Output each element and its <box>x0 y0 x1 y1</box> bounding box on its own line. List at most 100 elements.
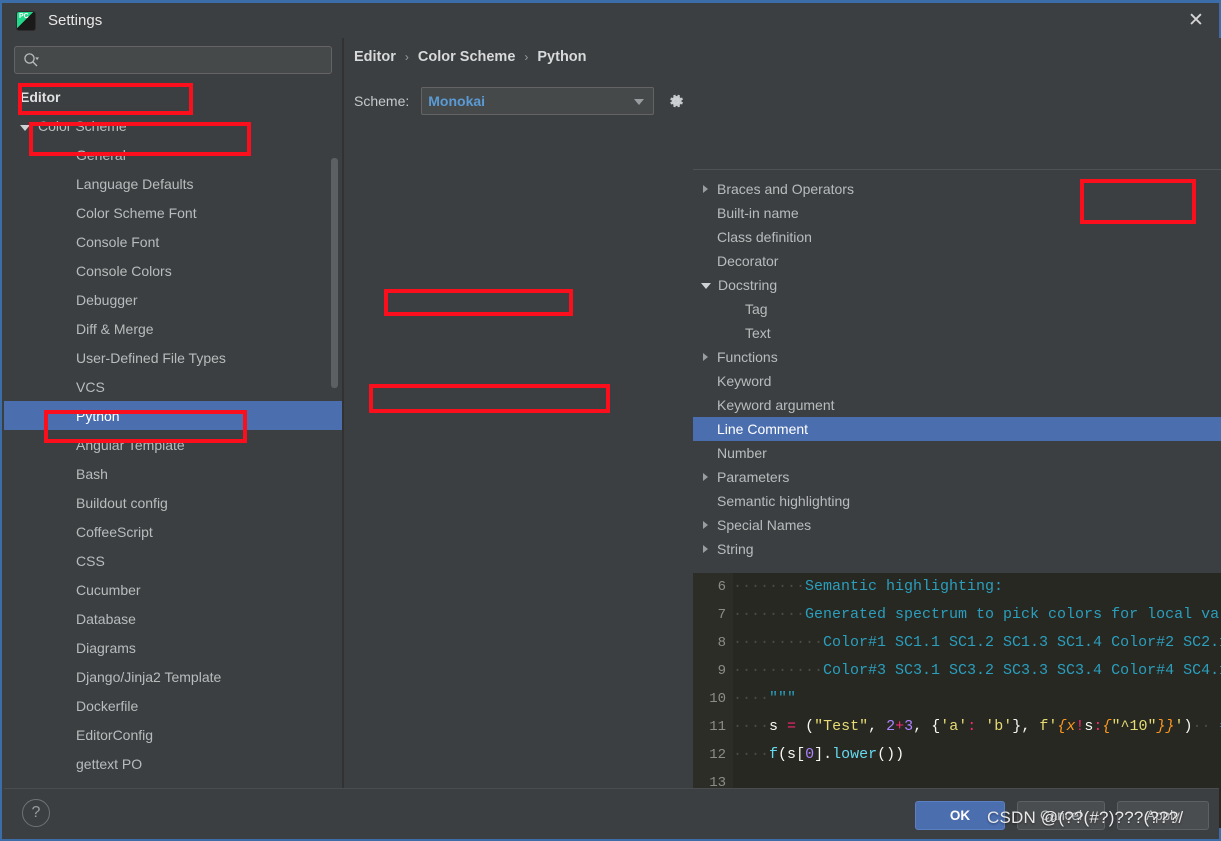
sidebar-item-user-defined-file-types[interactable]: User-Defined File Types <box>4 343 342 372</box>
sidebar-item-label: Editor <box>20 88 61 105</box>
attribute-row-string[interactable]: String <box>693 537 1221 561</box>
sidebar-item-console-font[interactable]: Console Font <box>4 227 342 256</box>
sidebar-item-coffeescript[interactable]: CoffeeScript <box>4 517 342 546</box>
breadcrumb-item-python[interactable]: Python <box>537 49 586 65</box>
chevron-right-icon[interactable] <box>703 521 708 529</box>
sidebar-item-diff-merge[interactable]: Diff & Merge <box>4 314 342 343</box>
sidebar-item-label: Django/Jinja2 Template <box>76 668 222 685</box>
sidebar-item-label: Language Defaults <box>76 175 194 192</box>
chevron-down-icon <box>634 99 645 105</box>
chevron-right-icon[interactable] <box>703 473 708 481</box>
attribute-label: Class definition <box>717 229 812 245</box>
sidebar-item-console-colors[interactable]: Console Colors <box>4 256 342 285</box>
sidebar-item-label: CSS <box>76 552 105 569</box>
breadcrumb-item-editor[interactable]: Editor <box>354 49 396 65</box>
sidebar-item-label: VCS <box>76 378 105 395</box>
sidebar-item-django-jinja2-template[interactable]: Django/Jinja2 Template <box>4 662 342 691</box>
attribute-row-decorator[interactable]: Decorator <box>693 249 1221 273</box>
code-line: ··········Color#1 SC1.1 SC1.2 SC1.3 SC1.… <box>733 634 1221 651</box>
sidebar-item-label: Cucumber <box>76 581 141 598</box>
sidebar-item-label: Buildout config <box>76 494 168 511</box>
sidebar-item-buildout-config[interactable]: Buildout config <box>4 488 342 517</box>
sidebar-item-language-defaults[interactable]: Language Defaults <box>4 169 342 198</box>
attribute-row-class-definition[interactable]: Class definition <box>693 225 1221 249</box>
attribute-row-semantic-highlighting[interactable]: Semantic highlighting <box>693 489 1221 513</box>
sidebar-item-label: Color Scheme Font <box>76 204 197 221</box>
attribute-row-braces-and-operators[interactable]: Braces and Operators <box>693 177 1221 201</box>
attribute-row-built-in-name[interactable]: Built-in name <box>693 201 1221 225</box>
line-number: 7 <box>717 607 726 623</box>
code-line: ····f(s[0].lower()) <box>733 746 905 763</box>
close-icon[interactable]: ✕ <box>1173 3 1219 38</box>
attribute-label: Semantic highlighting <box>717 493 851 509</box>
sidebar-item-diagrams[interactable]: Diagrams <box>4 633 342 662</box>
attribute-label: Number <box>717 445 767 461</box>
chevron-down-icon[interactable] <box>701 283 711 289</box>
sidebar-item-debugger[interactable]: Debugger <box>4 285 342 314</box>
settings-content: Editor › Color Scheme › Python Scheme: Monok… <box>344 38 1221 828</box>
pycharm-icon <box>16 10 36 31</box>
attribute-row-special-names[interactable]: Special Names <box>693 513 1221 537</box>
sidebar-item-editorconfig[interactable]: EditorConfig <box>4 720 342 749</box>
attribute-row-text[interactable]: Text <box>693 321 1221 345</box>
sidebar-item-general[interactable]: General <box>4 140 342 169</box>
code-line: ····s = ("Test", 2+3, {'a': 'b'}, f'{x!s… <box>733 718 1221 735</box>
search-input[interactable] <box>43 52 321 68</box>
attribute-row-parameters[interactable]: Parameters <box>693 465 1221 489</box>
attribute-label: Built-in name <box>717 205 799 221</box>
sidebar-item-editor[interactable]: Editor <box>4 82 342 111</box>
sidebar-item-label: Color Scheme <box>38 117 127 134</box>
attribute-label: Line Comment <box>717 421 809 437</box>
title-bar: Settings ✕ <box>2 3 1219 38</box>
sidebar-scrollbar[interactable] <box>331 158 338 388</box>
line-number: 11 <box>709 719 726 735</box>
line-number: 6 <box>717 579 726 595</box>
sidebar-item-python[interactable]: Python <box>4 401 342 430</box>
gear-icon[interactable] <box>666 91 686 111</box>
chevron-down-icon[interactable] <box>20 124 30 131</box>
scheme-dropdown[interactable]: Monokai <box>421 87 655 115</box>
sidebar-tree[interactable]: Editor Color Scheme General Language Defaul… <box>4 82 342 792</box>
code-line: ··········Color#3 SC3.1 SC3.2 SC3.3 SC3.… <box>733 662 1221 679</box>
search-icon <box>23 52 39 68</box>
attributes-tree[interactable]: Braces and Operators Built-in name Class d… <box>693 177 1221 566</box>
sidebar-item-color-scheme-font[interactable]: Color Scheme Font <box>4 198 342 227</box>
sidebar-item-label: Console Font <box>76 233 160 250</box>
scheme-value: Monokai <box>428 93 486 109</box>
attribute-row-docstring[interactable]: Docstring <box>693 273 1221 297</box>
sidebar-item-label: Dockerfile <box>76 697 139 714</box>
attribute-row-tag[interactable]: Tag <box>693 297 1221 321</box>
attribute-row-line-comment[interactable]: Line Comment <box>693 417 1221 441</box>
line-number: 9 <box>717 663 726 679</box>
sidebar-item-cucumber[interactable]: Cucumber <box>4 575 342 604</box>
sidebar-item-label: General <box>76 146 126 163</box>
attribute-row-number[interactable]: Number <box>693 441 1221 465</box>
code-line: ····""" <box>733 690 797 707</box>
sidebar-item-color-scheme[interactable]: Color Scheme <box>4 111 342 140</box>
help-button[interactable]: ? <box>22 799 50 827</box>
sidebar-item-angular-template[interactable]: Angular Template <box>4 430 342 459</box>
sidebar-item-label: EditorConfig <box>76 726 154 743</box>
chevron-right-icon[interactable] <box>703 185 708 193</box>
attribute-row-functions[interactable]: Functions <box>693 345 1221 369</box>
sidebar-item-gettext-po[interactable]: gettext PO <box>4 749 342 778</box>
sidebar-item-bash[interactable]: Bash <box>4 459 342 488</box>
line-number: 12 <box>709 747 726 763</box>
sidebar-item-css[interactable]: CSS <box>4 546 342 575</box>
chevron-right-icon[interactable] <box>703 545 708 553</box>
chevron-right-icon[interactable] <box>703 353 708 361</box>
attribute-row-keyword-argument[interactable]: Keyword argument <box>693 393 1221 417</box>
breadcrumb-item-color-scheme[interactable]: Color Scheme <box>418 49 516 65</box>
attribute-row-keyword[interactable]: Keyword <box>693 369 1221 393</box>
scheme-row: Scheme: Monokai <box>354 87 686 115</box>
breadcrumb-separator: › <box>524 50 529 64</box>
attribute-label: String <box>717 541 754 557</box>
sidebar-item-vcs[interactable]: VCS <box>4 372 342 401</box>
line-number: 8 <box>717 635 726 651</box>
sidebar-item-dockerfile[interactable]: Dockerfile <box>4 691 342 720</box>
search-box[interactable] <box>14 46 332 74</box>
sidebar-item-label: Bash <box>76 465 108 482</box>
attribute-label: Keyword <box>717 373 772 389</box>
attribute-label: Parameters <box>717 469 790 485</box>
sidebar-item-database[interactable]: Database <box>4 604 342 633</box>
